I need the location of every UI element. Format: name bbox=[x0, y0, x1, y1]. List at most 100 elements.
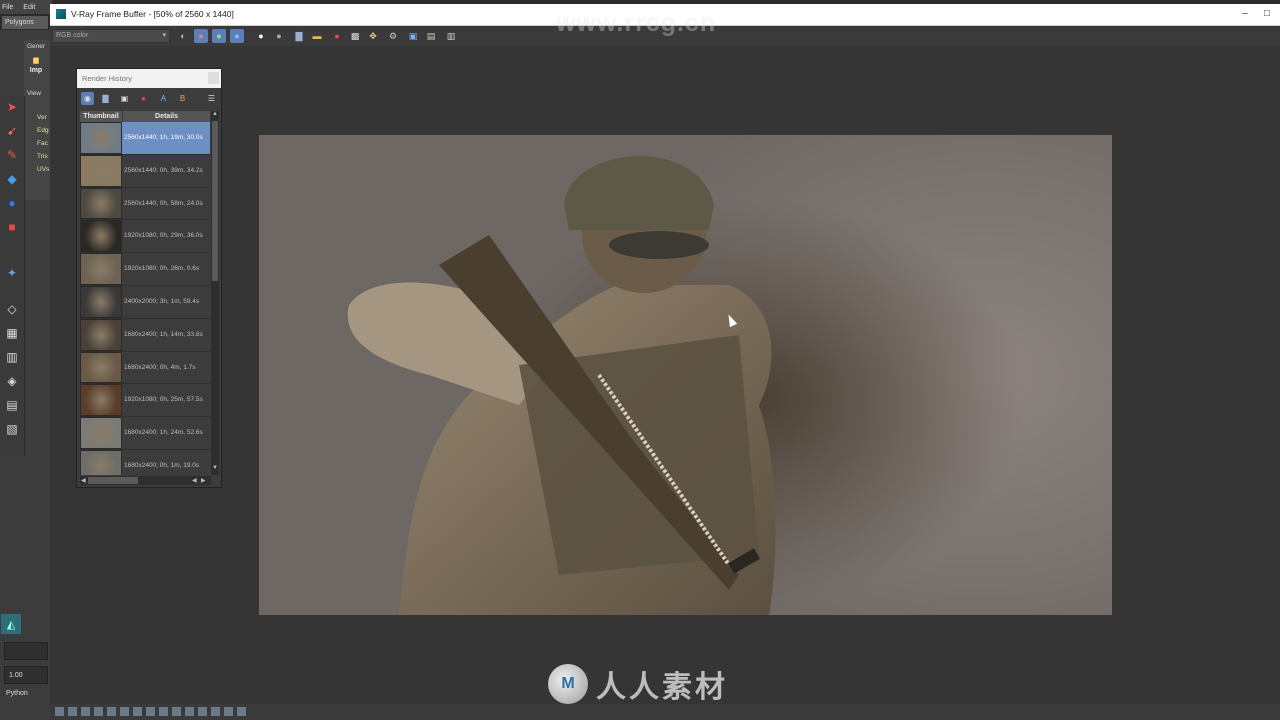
render-thumbnail[interactable] bbox=[80, 122, 122, 154]
track-mouse-icon[interactable]: ✥ bbox=[366, 29, 380, 43]
menu-edit[interactable]: Edit bbox=[23, 4, 35, 11]
menu-icon[interactable]: ☰ bbox=[205, 92, 218, 105]
history-compare-b-icon[interactable]: B bbox=[176, 92, 189, 105]
history-toggle-icon[interactable]: ◉ bbox=[81, 92, 94, 105]
component-tris[interactable]: Tris bbox=[37, 153, 48, 160]
status-icon-4[interactable] bbox=[94, 707, 103, 716]
status-icon-14[interactable] bbox=[224, 707, 233, 716]
render-thumbnail[interactable] bbox=[80, 384, 122, 417]
status-icon-3[interactable] bbox=[81, 707, 90, 716]
vray-shelf-icon[interactable]: ◭ bbox=[1, 614, 21, 634]
scroll-right-icon[interactable]: ◀ bbox=[192, 477, 197, 484]
table-row[interactable]: 2560x1440; 0h, 39m, 34.2s bbox=[80, 154, 210, 188]
hscrollbar-thumb[interactable] bbox=[88, 477, 138, 484]
render-thumbnail[interactable] bbox=[80, 187, 122, 220]
maximize-button[interactable]: □ bbox=[1258, 6, 1276, 22]
render-thumbnail[interactable] bbox=[80, 253, 122, 285]
status-icon-15[interactable] bbox=[237, 707, 246, 716]
scrollbar-thumb[interactable] bbox=[212, 121, 218, 281]
rotate-tool-icon[interactable]: ● bbox=[3, 194, 21, 212]
channel-select[interactable]: RGB color ▾ bbox=[52, 29, 170, 43]
render-image bbox=[259, 135, 1112, 615]
scroll-up-icon[interactable]: ▲ bbox=[212, 111, 218, 117]
component-face[interactable]: Fac bbox=[37, 140, 48, 147]
clear-image-icon[interactable]: ● bbox=[330, 29, 344, 43]
scroll-left-icon[interactable]: ◀ bbox=[81, 477, 86, 484]
close-button[interactable] bbox=[208, 72, 219, 84]
status-icon-11[interactable] bbox=[185, 707, 194, 716]
status-icon-13[interactable] bbox=[211, 707, 220, 716]
status-icon-10[interactable] bbox=[172, 707, 181, 716]
component-edge[interactable]: Edg bbox=[37, 127, 49, 134]
paint-tool-icon[interactable]: ✎ bbox=[3, 146, 21, 164]
history-load-icon[interactable]: ▣ bbox=[118, 92, 131, 105]
green-channel-toggle[interactable]: ● bbox=[212, 29, 226, 43]
component-vertex[interactable]: Ver bbox=[37, 114, 47, 121]
layout-persp-icon[interactable]: ◈ bbox=[3, 372, 21, 390]
lasso-tool-icon[interactable]: ➹ bbox=[3, 122, 21, 140]
horizontal-scrollbar[interactable]: ◀ ◀ ▶ bbox=[80, 476, 211, 485]
red-channel-toggle[interactable]: ● bbox=[194, 29, 208, 43]
render-thumbnail[interactable] bbox=[80, 417, 122, 449]
status-icon-8[interactable] bbox=[146, 707, 155, 716]
component-uvs[interactable]: UVs bbox=[37, 166, 49, 173]
watermark-brand-text: 人人素材 bbox=[596, 671, 728, 704]
region-render-icon[interactable]: ⚙ bbox=[386, 29, 400, 43]
load-image-icon[interactable]: ▬ bbox=[310, 29, 324, 43]
layout-graph-icon[interactable]: ▧ bbox=[3, 420, 21, 438]
render-thumbnail[interactable] bbox=[80, 285, 122, 318]
table-row[interactable]: 1920x1080; 0h, 29m, 36.0s bbox=[80, 220, 210, 254]
history-delete-icon[interactable]: ● bbox=[137, 92, 150, 105]
layout-quad-icon[interactable]: ▦ bbox=[3, 324, 21, 342]
snap-tool-icon[interactable]: ✦ bbox=[3, 264, 21, 282]
status-icon-7[interactable] bbox=[133, 707, 142, 716]
history-save-icon[interactable]: ▇ bbox=[99, 92, 112, 105]
layout-single-icon[interactable]: ◇ bbox=[3, 300, 21, 318]
console-language-label[interactable]: Python bbox=[0, 686, 50, 702]
link-region-icon[interactable]: ▤ bbox=[424, 29, 438, 43]
status-icon-1[interactable] bbox=[55, 707, 64, 716]
table-row[interactable]: 1680x2400; 0h, 4m, 1.7s bbox=[80, 351, 210, 385]
history-compare-a-icon[interactable]: A bbox=[157, 92, 170, 105]
status-icon-5[interactable] bbox=[107, 707, 116, 716]
stop-render-icon[interactable]: ▥ bbox=[444, 29, 458, 43]
table-row[interactable]: 1920x1080; 0h, 26m, 0.6s bbox=[80, 253, 210, 286]
save-image-icon[interactable]: ▇ bbox=[292, 29, 306, 43]
scroll-right-icon-2[interactable]: ▶ bbox=[201, 477, 206, 484]
table-row[interactable]: 2400x2000; 3h, 1m, 59.4s bbox=[80, 285, 210, 319]
shelf-tab-polygons[interactable]: Polygons bbox=[2, 16, 48, 29]
host-empty-field[interactable] bbox=[4, 642, 48, 660]
render-thumbnail[interactable] bbox=[80, 154, 122, 187]
menu-file[interactable]: File bbox=[2, 4, 13, 11]
monochrome-icon[interactable]: ● bbox=[272, 29, 286, 43]
render-icon[interactable]: ▣ bbox=[406, 29, 420, 43]
import-button[interactable]: ▆ Imp bbox=[26, 56, 46, 78]
vertical-scrollbar[interactable]: ▲ ▼ bbox=[211, 111, 219, 475]
minimize-button[interactable]: – bbox=[1236, 6, 1254, 22]
render-thumbnail[interactable] bbox=[80, 449, 122, 475]
copy-image-icon[interactable]: ▩ bbox=[348, 29, 362, 43]
render-thumbnail[interactable] bbox=[80, 351, 122, 384]
host-value-field[interactable]: 1.00 bbox=[4, 666, 48, 684]
layout-outliner-icon[interactable]: ▤ bbox=[3, 396, 21, 414]
table-row[interactable]: 2560x1440; 1h, 19m, 30.0s bbox=[80, 122, 210, 155]
select-tool-icon[interactable]: ➤ bbox=[3, 98, 21, 116]
status-icon-6[interactable] bbox=[120, 707, 129, 716]
table-row[interactable]: 2560x1440; 0h, 58m, 24.0s bbox=[80, 187, 210, 221]
scale-tool-icon[interactable]: ■ bbox=[3, 218, 21, 236]
blue-channel-toggle[interactable]: ● bbox=[230, 29, 244, 43]
table-row[interactable]: 1920x1080; 0h, 25m, 57.5s bbox=[80, 384, 210, 418]
table-row[interactable]: 1680x2400; 1h, 14m, 33.8s bbox=[80, 318, 210, 352]
status-icon-9[interactable] bbox=[159, 707, 168, 716]
table-row[interactable]: 1680x2400; 1h, 24m, 52.6s bbox=[80, 417, 210, 450]
layout-split-icon[interactable]: ▥ bbox=[3, 348, 21, 366]
status-icon-12[interactable] bbox=[198, 707, 207, 716]
render-thumbnail[interactable] bbox=[80, 220, 122, 253]
status-icon-2[interactable] bbox=[68, 707, 77, 716]
color-picker-icon[interactable]: ◐ bbox=[176, 29, 190, 43]
alpha-white-icon[interactable]: ● bbox=[254, 29, 268, 43]
render-thumbnail[interactable] bbox=[80, 318, 122, 351]
move-tool-icon[interactable]: ◆ bbox=[3, 170, 21, 188]
scroll-down-icon[interactable]: ▼ bbox=[212, 465, 218, 471]
table-row[interactable]: 1680x2400; 0h, 1m, 19.0s bbox=[80, 449, 210, 475]
